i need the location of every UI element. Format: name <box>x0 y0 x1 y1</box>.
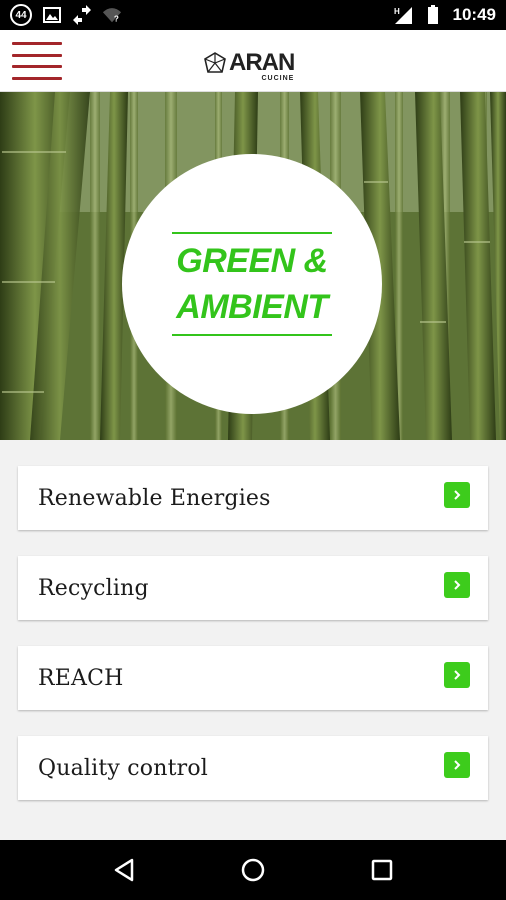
app-header: ARAN CUCINE <box>0 30 506 92</box>
brand-subtitle: CUCINE <box>261 75 295 82</box>
menu-item-label: Quality control <box>38 755 209 781</box>
recents-icon[interactable] <box>362 850 402 890</box>
menu-item-reach[interactable]: REACH <box>18 646 488 710</box>
notification-badge-icon: 44 <box>10 4 32 26</box>
menu-item-recycling[interactable]: Recycling <box>18 556 488 620</box>
sync-icon <box>72 5 92 25</box>
hero-circle: GREEN & AMBIENT <box>122 154 382 414</box>
menu-list: Renewable Energies Recycling REACH Quali… <box>0 440 506 840</box>
logo-mark-icon <box>204 52 226 73</box>
image-icon <box>42 5 62 25</box>
back-icon[interactable] <box>104 850 144 890</box>
svg-text:?: ? <box>114 14 119 23</box>
menu-item-label: Renewable Energies <box>38 485 271 511</box>
menu-item-label: REACH <box>38 665 124 691</box>
clock: 10:49 <box>452 5 496 24</box>
signal-icon: H <box>393 5 413 25</box>
menu-item-label: Recycling <box>38 575 149 601</box>
hero-title: GREEN & AMBIENT <box>176 234 328 334</box>
chevron-right-icon[interactable] <box>444 482 470 508</box>
system-nav-bar <box>0 840 506 900</box>
hero-bottom-divider <box>172 334 332 336</box>
chevron-right-icon[interactable] <box>444 662 470 688</box>
svg-text:H: H <box>394 7 400 16</box>
status-bar: 44 ? H 10:49 <box>0 0 506 30</box>
menu-item-quality-control[interactable]: Quality control <box>18 736 488 800</box>
hero-title-line1: GREEN & <box>176 242 328 280</box>
chevron-right-icon[interactable] <box>444 572 470 598</box>
brand-logo: ARAN CUCINE <box>203 44 307 82</box>
wifi-icon: ? <box>102 5 122 25</box>
battery-icon <box>423 5 443 25</box>
hamburger-menu-icon[interactable] <box>12 42 62 80</box>
menu-item-renewable-energies[interactable]: Renewable Energies <box>18 466 488 530</box>
hero-title-line2: AMBIENT <box>176 288 328 326</box>
brand-name: ARAN <box>229 49 295 76</box>
hero-banner: GREEN & AMBIENT <box>0 92 506 440</box>
chevron-right-icon[interactable] <box>444 752 470 778</box>
home-icon[interactable] <box>233 850 273 890</box>
